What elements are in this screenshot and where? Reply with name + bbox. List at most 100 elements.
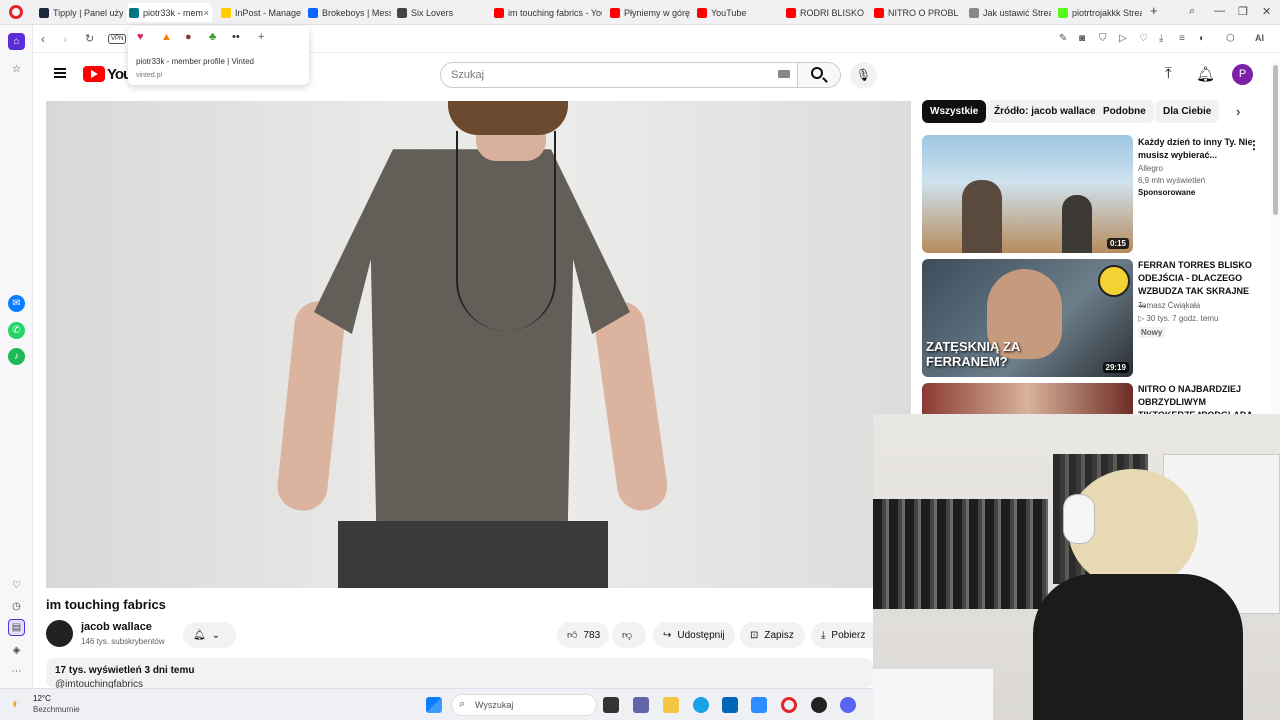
upload-icon[interactable]: ⤒ xyxy=(1165,65,1172,82)
fire-icon[interactable]: ▲ xyxy=(161,31,172,43)
eyes-icon[interactable]: •• xyxy=(232,31,240,43)
keyboard-icon[interactable] xyxy=(778,70,790,78)
download-button[interactable]: ⤓ Pobierz xyxy=(811,622,873,648)
tab-label: Płyniemy w górę Ar xyxy=(624,7,690,18)
weather-temp[interactable]: 12°C xyxy=(33,694,51,703)
tab-search-icon[interactable]: ⌕ xyxy=(1189,5,1195,18)
taskbar-search-input[interactable]: ⌕ Wyszukaj xyxy=(451,694,597,716)
messenger-icon[interactable]: ✉ xyxy=(8,295,25,312)
aria-ai-button[interactable]: AI xyxy=(1255,33,1264,43)
tab-label: Jak ustawić Stream xyxy=(983,7,1051,18)
teams-icon[interactable] xyxy=(633,697,649,713)
edit-icon[interactable]: ✎ xyxy=(1059,33,1067,44)
chip-related[interactable]: Podobne xyxy=(1095,100,1154,123)
play-icon[interactable]: ▷ xyxy=(1119,33,1127,44)
channel-avatar[interactable] xyxy=(46,620,73,647)
rec-title-3[interactable]: NITRO O NAJBARDZIEJ OBRZYDLIWYM TIKTOKER… xyxy=(1138,383,1256,414)
rec-thumbnail-3[interactable] xyxy=(922,383,1133,414)
tab-8[interactable]: YouTube xyxy=(695,3,779,22)
dislike-button[interactable]: 👎︎ xyxy=(612,622,646,648)
home-icon[interactable]: ⌂ xyxy=(8,33,25,50)
forward-icon[interactable]: › xyxy=(63,32,67,46)
heart-icon[interactable]: ♡ xyxy=(1139,33,1148,44)
account-icon[interactable]: ◐ xyxy=(1199,33,1205,44)
extensions-icon[interactable]: ◈ xyxy=(8,642,25,659)
cube-icon[interactable]: ⬡ xyxy=(1226,33,1235,44)
scrollbar-thumb[interactable] xyxy=(1273,65,1278,215)
discord-icon[interactable] xyxy=(840,697,856,713)
add-reaction-icon[interactable]: + xyxy=(258,31,264,43)
voice-search-button[interactable]: 🎙 xyxy=(850,62,877,89)
heart-fill-icon[interactable]: ♥ xyxy=(137,31,144,43)
tab-6[interactable]: im touching fabrics - YouT xyxy=(492,3,602,22)
description-box[interactable]: 17 tys. wyświetleń 3 dni temu @imtouchin… xyxy=(46,658,873,690)
rec-channel-2[interactable]: Tomasz Ćwiąkała xyxy=(1138,301,1200,310)
maximize-icon[interactable]: ❐ xyxy=(1238,5,1248,18)
tab-10[interactable]: NITRO O PROBLEM xyxy=(872,3,959,22)
store-icon[interactable] xyxy=(722,697,738,713)
edge-icon[interactable] xyxy=(693,697,709,713)
tab-11[interactable]: Jak ustawić Stream xyxy=(967,3,1051,22)
opera-icon[interactable] xyxy=(781,697,797,713)
tab-12[interactable]: piotrtrojakkk Stream xyxy=(1056,3,1142,22)
vpn-app-icon[interactable] xyxy=(751,697,767,713)
more-icon[interactable]: ⋯ xyxy=(8,663,25,680)
notifications-icon[interactable]: 🔔︎ xyxy=(1196,65,1215,83)
weather-desc[interactable]: Bezchmurnie xyxy=(33,705,80,714)
scrollbar[interactable] xyxy=(1271,60,1280,414)
file-explorer-icon[interactable] xyxy=(663,697,679,713)
obs-icon[interactable] xyxy=(811,697,827,713)
menu-icon[interactable]: ≡ xyxy=(1179,33,1185,44)
chip-all[interactable]: Wszystkie xyxy=(922,100,987,123)
channel-name[interactable]: jacob wallace xyxy=(81,621,152,633)
chevron-right-icon[interactable]: › xyxy=(1236,104,1240,119)
close-window-icon[interactable]: ✕ xyxy=(1262,5,1271,18)
windows-taskbar: ◐ 12°C Bezchmurnie ⌕ Wyszukaj xyxy=(0,688,873,720)
rec-thumbnail-2[interactable]: ZATĘSKNIĄ ZA FERRANEM? 29:19 xyxy=(922,259,1133,377)
heart-icon[interactable]: ♡ xyxy=(8,577,25,594)
chip-for-you[interactable]: Dla Ciebie xyxy=(1155,100,1220,123)
reload-icon[interactable]: ↻ xyxy=(85,32,94,45)
more-options-icon[interactable]: ⋮ xyxy=(1248,138,1260,152)
minimize-icon[interactable]: — xyxy=(1214,5,1225,17)
downloads-icon[interactable]: ▤ xyxy=(8,619,25,636)
youtube-logo-icon[interactable] xyxy=(83,66,105,82)
tab-3[interactable]: InPost - Manager p xyxy=(219,3,301,22)
opera-logo-icon[interactable] xyxy=(9,5,23,19)
guide-menu-icon[interactable] xyxy=(54,68,66,78)
poop-icon[interactable]: ● xyxy=(185,31,192,43)
save-button[interactable]: ⊡ Zapisz xyxy=(740,622,805,648)
task-view-icon[interactable] xyxy=(603,697,619,713)
tab-4[interactable]: Brokeboys | Messe xyxy=(306,3,391,22)
spotify-icon[interactable]: ♪ xyxy=(8,348,25,365)
video-player[interactable] xyxy=(46,101,911,588)
search-button[interactable] xyxy=(798,62,841,88)
share-button[interactable]: ↪ Udostępnij xyxy=(653,622,735,648)
search-input[interactable]: Szukaj xyxy=(440,62,798,88)
rec-channel-1[interactable]: Allegro xyxy=(1138,164,1163,173)
weather-icon[interactable]: ◐ xyxy=(12,695,20,711)
shield-icon[interactable]: ⛉ xyxy=(1099,33,1107,44)
history-icon[interactable]: ◷ xyxy=(8,598,25,615)
rec-title-1[interactable]: Każdy dzień to inny Ty. Nie musisz wybie… xyxy=(1138,136,1256,162)
vpn-badge[interactable]: VPN xyxy=(108,34,127,44)
subscribe-bell-button[interactable]: 🔔︎ ⌄ xyxy=(183,622,236,648)
windows-start-icon[interactable] xyxy=(426,697,442,713)
back-icon[interactable]: ‹ xyxy=(41,32,45,46)
download-icon[interactable]: ⤓ xyxy=(1159,33,1163,44)
like-button[interactable]: 👍︎ 783 xyxy=(557,622,609,648)
tab-1[interactable]: Tipply | Panel użytk xyxy=(37,3,123,22)
tab-5[interactable]: Six Lovers xyxy=(395,3,480,22)
rec-thumbnail-1[interactable]: 0:15 xyxy=(922,135,1133,253)
chip-source[interactable]: Źródło: jacob wallace xyxy=(986,100,1104,123)
close-tab-icon[interactable]: × xyxy=(204,8,209,18)
pinboard-icon[interactable]: ☆ xyxy=(8,61,25,78)
tab-2[interactable]: piotr33k - mem × xyxy=(127,3,212,22)
new-tab-button[interactable]: + xyxy=(1150,3,1158,18)
palm-icon[interactable]: ♣ xyxy=(209,31,216,43)
avatar[interactable]: P xyxy=(1232,64,1253,85)
whatsapp-icon[interactable]: ✆ xyxy=(8,322,25,339)
tab-7[interactable]: Płyniemy w górę Ar xyxy=(608,3,690,22)
tab-9[interactable]: RODRI BLISKO BAR xyxy=(784,3,866,22)
camera-icon[interactable]: ◙ xyxy=(1079,33,1085,44)
